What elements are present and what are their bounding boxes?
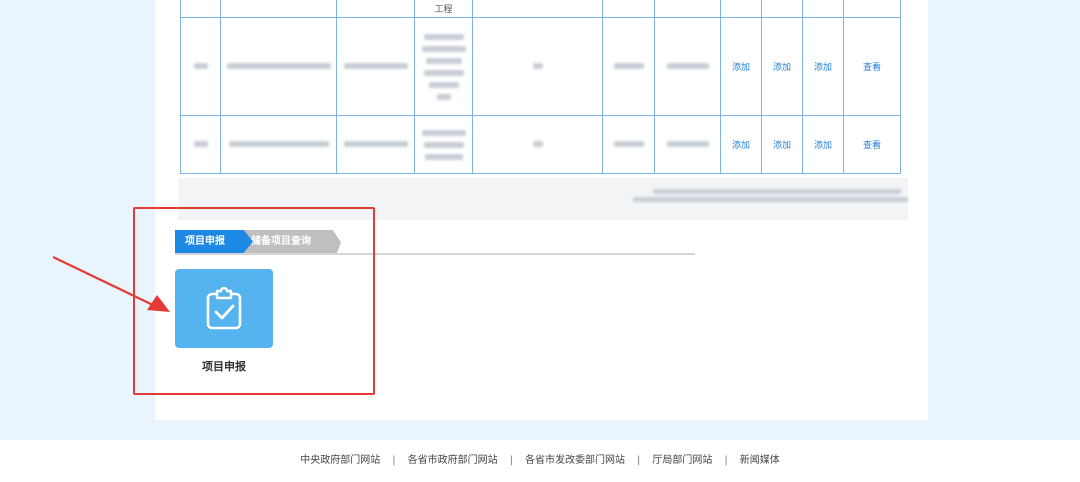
- redacted-cell: [180, 115, 221, 174]
- footer-separator: |: [392, 455, 396, 466]
- redacted-cell: [654, 115, 721, 174]
- redacted-pagination: [633, 197, 908, 202]
- redacted-cell: [220, 115, 337, 174]
- add-link[interactable]: 添加: [773, 63, 791, 73]
- footer-separator: |: [637, 455, 641, 466]
- footer-separator: |: [509, 455, 513, 466]
- table-row: 添加 添加 添加 查看: [180, 115, 901, 174]
- view-link[interactable]: 查看: [863, 63, 881, 73]
- table-cell: 工程: [414, 0, 473, 18]
- add-link[interactable]: 添加: [814, 141, 832, 151]
- redacted-cell: [336, 115, 415, 174]
- redacted-cell: [472, 17, 603, 116]
- redacted-cell: [180, 17, 221, 116]
- view-link[interactable]: 查看: [863, 141, 881, 151]
- footer-separator: |: [724, 455, 728, 466]
- redacted-cell: [414, 17, 473, 116]
- redacted-pagination: [653, 189, 901, 194]
- add-link[interactable]: 添加: [773, 141, 791, 151]
- footer-link-news-media[interactable]: 新闻媒体: [740, 455, 780, 466]
- redacted-cell: [220, 17, 337, 116]
- project-table: 工程 添加 添加 添加 查看 添加 添加 添加 查看: [180, 0, 901, 174]
- tab-project-declaration[interactable]: 项目申报: [175, 230, 253, 253]
- footer-link-departments[interactable]: 厅局部门网站: [652, 455, 712, 466]
- footer-link-provincial-gov[interactable]: 各省市政府部门网站: [408, 455, 498, 466]
- redacted-cell: [336, 17, 415, 116]
- add-link[interactable]: 添加: [732, 63, 750, 73]
- redacted-cell: [602, 17, 655, 116]
- add-link[interactable]: 添加: [732, 141, 750, 151]
- table-row: 添加 添加 添加 查看: [180, 17, 901, 116]
- footer-link-central-gov[interactable]: 中央政府部门网站: [300, 455, 380, 466]
- annotation-highlight-box: [133, 207, 375, 395]
- add-link[interactable]: 添加: [814, 63, 832, 73]
- redacted-cell: [472, 115, 603, 174]
- redacted-cell: [654, 17, 721, 116]
- redacted-cell: [414, 115, 473, 174]
- redacted-cell: [602, 115, 655, 174]
- footer-link-provincial-ndrc[interactable]: 各省市发改委部门网站: [525, 455, 625, 466]
- table-row: 工程: [180, 0, 901, 18]
- footer: 中央政府部门网站 | 各省市政府部门网站 | 各省市发改委部门网站 | 厅局部门网站 | 新闻媒…: [0, 440, 1080, 482]
